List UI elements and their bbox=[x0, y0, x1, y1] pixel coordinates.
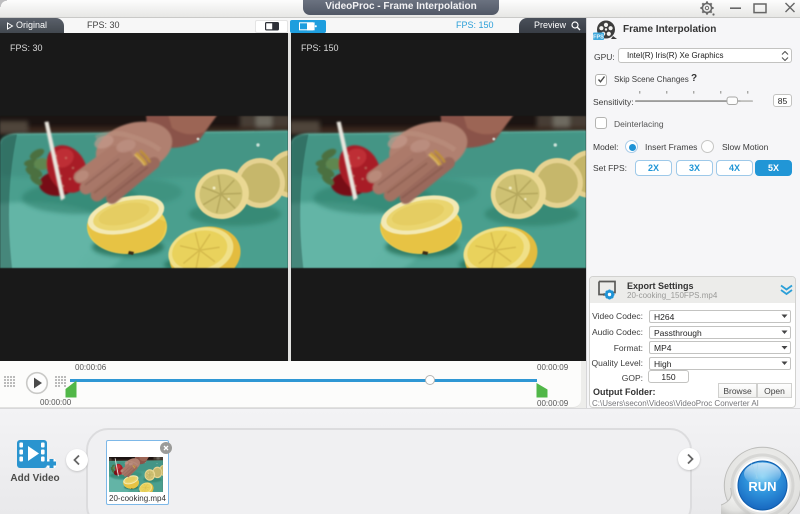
svg-text:RUN: RUN bbox=[748, 479, 776, 494]
svg-text:FPS: FPS bbox=[593, 34, 604, 40]
